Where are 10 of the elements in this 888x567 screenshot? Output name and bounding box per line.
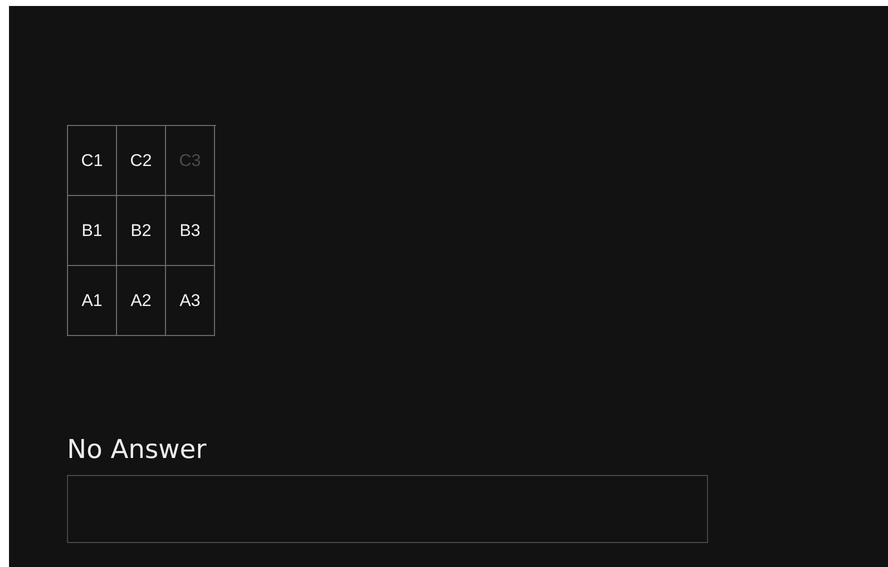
grid-cell-button[interactable]: A1	[68, 266, 117, 336]
answer-heading: No Answer	[67, 434, 208, 466]
grid-cell-button[interactable]: B2	[117, 196, 166, 266]
grid-cell-button[interactable]: A2	[117, 266, 166, 336]
grid-cell-button[interactable]: B3	[166, 196, 215, 266]
grid-cell-button[interactable]: B1	[68, 196, 117, 266]
grid-cell-button[interactable]: C1	[68, 126, 117, 196]
answer-field[interactable]	[67, 475, 708, 543]
grid-cell-button[interactable]: A3	[166, 266, 215, 336]
grid-cell-button[interactable]: C2	[117, 126, 166, 196]
